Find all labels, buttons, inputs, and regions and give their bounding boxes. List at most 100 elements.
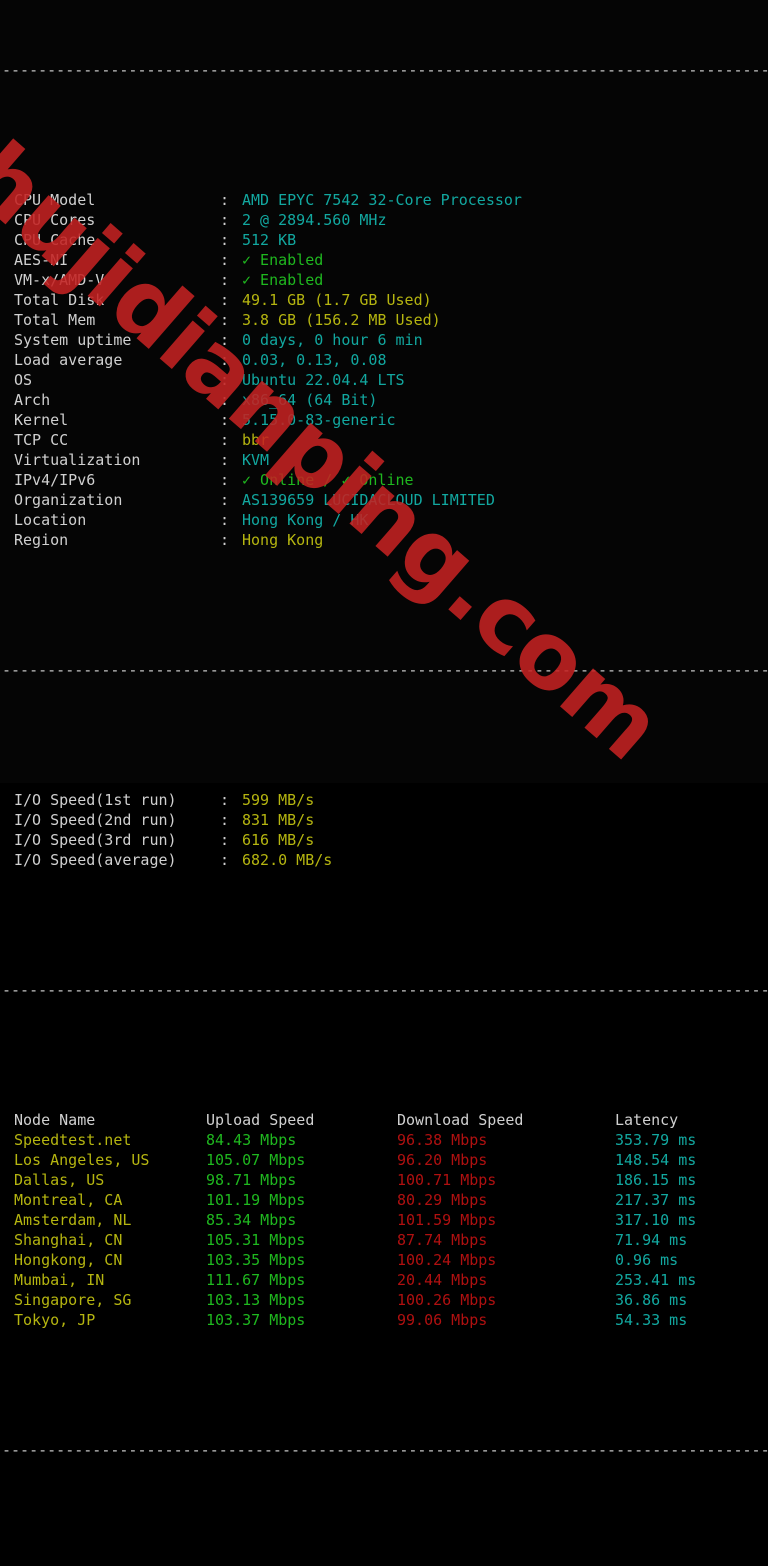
system-info-row: System uptime:0 days, 0 hour 6 min <box>0 330 768 350</box>
cell-upload: 111.67 Mbps <box>206 1271 306 1289</box>
cell-node: Amsterdam, NL <box>14 1211 132 1229</box>
system-info-row-value: AS139659 LUCIDACLOUD LIMITED <box>242 491 495 509</box>
system-info-row-label: TCP CC <box>14 431 69 449</box>
table-row: Hongkong, CN 103.35 Mbps 100.24 Mbps 0.96 m… <box>0 1250 768 1270</box>
system-info-row: IPv4/IPv6: ✓ Online / ✓ Online <box>0 470 768 490</box>
cell-latency: 217.37 ms <box>615 1191 697 1209</box>
column-header: Download Speed <box>397 1111 524 1129</box>
separator-speedtest: ----------------------------------------… <box>2 981 768 999</box>
colon-separator: : <box>220 291 230 309</box>
system-info-row-label: AES-NI <box>14 251 69 269</box>
system-info-row-value: bbr <box>242 431 270 449</box>
system-info-row-label: Total Mem <box>14 311 96 329</box>
cell-node: Speedtest.net <box>14 1131 132 1149</box>
table-row: Los Angeles, US 105.07 Mbps 96.20 Mbps 148.… <box>0 1150 768 1170</box>
table-row: Mumbai, IN 111.67 Mbps 20.44 Mbps 253.41 ms <box>0 1270 768 1290</box>
system-info-row-value: KVM <box>242 451 270 469</box>
system-info-row: Region: Hong Kong <box>0 530 768 550</box>
colon-separator: : <box>220 831 230 849</box>
cell-latency: 253.41 ms <box>615 1271 697 1289</box>
table-row: Dallas, US 98.71 Mbps 100.71 Mbps 186.15 ms <box>0 1170 768 1190</box>
system-info-row-label: IPv4/IPv6 <box>14 471 96 489</box>
colon-separator: : <box>220 851 230 869</box>
cell-upload: 105.07 Mbps <box>206 1151 306 1169</box>
system-info-row: Arch: x86_64 (64 Bit) <box>0 390 768 410</box>
cell-latency: 0.96 ms <box>615 1251 679 1269</box>
system-info-row-value: 0.03, 0.13, 0.08 <box>242 351 387 369</box>
system-info-row-value: AMD EPYC 7542 32-Core Processor <box>242 191 522 209</box>
colon-separator: : <box>220 271 230 289</box>
io-speed-row: I/O Speed(1st run):599 MB/s <box>0 790 768 810</box>
io-speed-row: I/O Speed(2nd run):831 MB/s <box>0 810 768 830</box>
io-speed-row-value: 616 MB/s <box>242 831 315 849</box>
colon-separator: : <box>220 511 230 529</box>
io-speed-row: I/O Speed(average):682.0 MB/s <box>0 850 768 870</box>
cell-node: Shanghai, CN <box>14 1231 123 1249</box>
system-info-row-value: Hong Kong / HK <box>242 511 369 529</box>
colon-separator: : <box>220 311 230 329</box>
cell-latency: 36.86 ms <box>615 1291 688 1309</box>
cell-latency: 186.15 ms <box>615 1171 697 1189</box>
colon-separator: : <box>220 391 230 409</box>
system-info-row-label: CPU Cores <box>14 211 96 229</box>
cell-node: Hongkong, CN <box>14 1251 123 1269</box>
system-info-row: Load average:0.03, 0.13, 0.08 <box>0 350 768 370</box>
io-speed-row-label: I/O Speed(3rd run) <box>14 831 177 849</box>
system-info-row-value: Ubuntu 22.04.4 LTS <box>242 371 405 389</box>
cell-latency: 148.54 ms <box>615 1151 697 1169</box>
speedtest-header-row: Node Name Upload Speed Download Speed Laten… <box>0 1110 768 1130</box>
system-info-row-value: 512 KB <box>242 231 297 249</box>
cell-download: 100.24 Mbps <box>397 1251 497 1269</box>
system-info-row-value: 49.1 GB (1.7 GB Used) <box>242 291 432 309</box>
system-info-row-label: Region <box>14 531 69 549</box>
colon-separator: : <box>220 191 230 209</box>
colon-separator: : <box>220 211 230 229</box>
cell-upload: 101.19 Mbps <box>206 1191 306 1209</box>
system-info-row-value: 5.15.0-83-generic <box>242 411 396 429</box>
separator-io: ----------------------------------------… <box>2 661 768 679</box>
io-speed-block: I/O Speed(1st run):599 MB/s I/O Speed(2nd… <box>0 790 768 870</box>
table-row: Amsterdam, NL 85.34 Mbps 101.59 Mbps 317.10… <box>0 1210 768 1230</box>
system-info-row: CPU Cache:512 KB <box>0 230 768 250</box>
io-speed-row-label: I/O Speed(2nd run) <box>14 811 177 829</box>
cell-upload: 103.13 Mbps <box>206 1291 306 1309</box>
cell-node: Dallas, US <box>14 1171 105 1189</box>
system-info-row-label: VM-x/AMD-V <box>14 271 105 289</box>
cell-upload: 103.35 Mbps <box>206 1251 306 1269</box>
cell-upload: 105.31 Mbps <box>206 1231 306 1249</box>
cell-download: 87.74 Mbps <box>397 1231 488 1249</box>
system-info-row-label: Virtualization <box>14 451 141 469</box>
table-row: Tokyo, JP 103.37 Mbps 99.06 Mbps 54.33 ms <box>0 1310 768 1330</box>
table-row: Speedtest.net 84.43 Mbps 96.38 Mbps 353.79 … <box>0 1130 768 1150</box>
cell-node: Montreal, CA <box>14 1191 123 1209</box>
colon-separator: : <box>220 331 230 349</box>
cell-node: Los Angeles, US <box>14 1151 150 1169</box>
cell-download: 20.44 Mbps <box>397 1271 488 1289</box>
cell-download: 100.26 Mbps <box>397 1291 497 1309</box>
column-header: Latency <box>615 1111 679 1129</box>
system-info-row-value: Hong Kong <box>242 531 324 549</box>
system-info-row: OS: Ubuntu 22.04.4 LTS <box>0 370 768 390</box>
system-info-row-value: 0 days, 0 hour 6 min <box>242 331 423 349</box>
system-info-row-label: System uptime <box>14 331 132 349</box>
cell-upload: 103.37 Mbps <box>206 1311 306 1329</box>
colon-separator: : <box>220 811 230 829</box>
colon-separator: : <box>220 471 230 489</box>
cell-download: 99.06 Mbps <box>397 1311 488 1329</box>
cell-download: 80.29 Mbps <box>397 1191 488 1209</box>
colon-separator: : <box>220 431 230 449</box>
cell-download: 101.59 Mbps <box>397 1211 497 1229</box>
colon-separator: : <box>220 231 230 249</box>
cell-download: 96.20 Mbps <box>397 1151 488 1169</box>
system-info-row: Kernel:5.15.0-83-generic <box>0 410 768 430</box>
system-info-row-label: Organization <box>14 491 123 509</box>
cell-node: Mumbai, IN <box>14 1271 105 1289</box>
system-info-row-value: ✓ Enabled <box>242 271 324 289</box>
cell-latency: 317.10 ms <box>615 1211 697 1229</box>
colon-separator: : <box>220 491 230 509</box>
io-speed-row-value: 831 MB/s <box>242 811 315 829</box>
